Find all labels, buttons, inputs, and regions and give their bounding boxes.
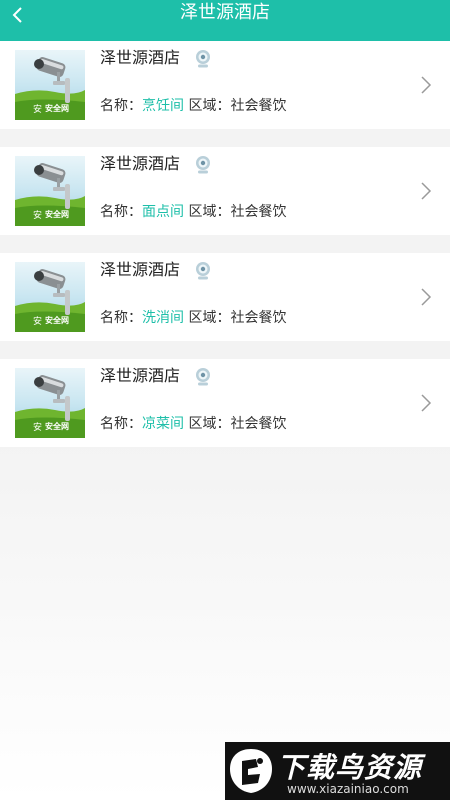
app-header: 泽世源酒店	[0, 0, 450, 41]
camera-title: 泽世源酒店	[100, 260, 181, 279]
camera-meta: 名称：洗消间 区域：社会餐饮	[100, 308, 286, 328]
camera-name: 烹饪间	[142, 98, 184, 114]
svg-text:安: 安	[33, 103, 42, 115]
webcam-icon	[196, 262, 210, 280]
svg-text:安: 安	[33, 421, 42, 433]
camera-meta: 名称：凉菜间 区域：社会餐饮	[100, 414, 286, 434]
name-label: 名称：	[100, 416, 142, 432]
camera-list-item[interactable]: 安 安全网 泽世源酒店 名称：烹饪间 区域：社会餐饮	[0, 41, 450, 129]
camera-thumbnail: 安 安全网	[15, 50, 85, 120]
camera-list: 安 安全网 泽世源酒店 名称：烹饪间 区域：社会餐饮 安 安全网 泽世源酒店 名…	[0, 41, 450, 465]
chevron-right-icon	[421, 76, 432, 94]
webcam-icon	[196, 50, 210, 68]
name-label: 名称：	[100, 204, 142, 220]
camera-area: 社会餐饮	[230, 416, 287, 432]
chevron-right-icon	[421, 182, 432, 200]
area-label: 区域：	[188, 310, 231, 326]
bird-logo-icon	[230, 749, 272, 793]
camera-name: 面点间	[142, 204, 184, 220]
svg-text:安全网: 安全网	[45, 209, 69, 219]
camera-thumbnail: 安 安全网	[15, 368, 85, 438]
site-watermark: 下载鸟资源 www.xiazainiao.com	[225, 742, 450, 800]
page-title: 泽世源酒店	[180, 2, 270, 23]
name-label: 名称：	[100, 310, 142, 326]
camera-list-item[interactable]: 安 安全网 泽世源酒店 名称：洗消间 区域：社会餐饮	[0, 253, 450, 341]
camera-name: 凉菜间	[142, 416, 184, 432]
camera-list-item[interactable]: 安 安全网 泽世源酒店 名称：面点间 区域：社会餐饮	[0, 147, 450, 235]
camera-thumbnail: 安 安全网	[15, 262, 85, 332]
svg-text:安全网: 安全网	[45, 421, 69, 431]
camera-thumbnail: 安 安全网	[15, 156, 85, 226]
camera-title: 泽世源酒店	[100, 48, 181, 67]
camera-area: 社会餐饮	[230, 310, 287, 326]
camera-list-item[interactable]: 安 安全网 泽世源酒店 名称：凉菜间 区域：社会餐饮	[0, 359, 450, 447]
camera-title: 泽世源酒店	[100, 366, 181, 385]
camera-meta: 名称：烹饪间 区域：社会餐饮	[100, 96, 286, 116]
webcam-icon	[196, 368, 210, 386]
watermark-title: 下载鸟资源	[277, 751, 423, 784]
camera-meta: 名称：面点间 区域：社会餐饮	[100, 202, 286, 222]
chevron-right-icon	[421, 288, 432, 306]
camera-name: 洗消间	[142, 310, 184, 326]
camera-title: 泽世源酒店	[100, 154, 181, 173]
svg-text:安全网: 安全网	[45, 103, 69, 113]
watermark-url: www.xiazainiao.com	[287, 782, 409, 796]
camera-area: 社会餐饮	[230, 204, 287, 220]
area-label: 区域：	[188, 416, 231, 432]
svg-text:安: 安	[33, 315, 42, 327]
svg-text:安: 安	[33, 209, 42, 221]
area-label: 区域：	[188, 98, 231, 114]
area-label: 区域：	[188, 204, 231, 220]
camera-area: 社会餐饮	[230, 98, 287, 114]
webcam-icon	[196, 156, 210, 174]
svg-text:安全网: 安全网	[45, 315, 69, 325]
name-label: 名称：	[100, 98, 142, 114]
chevron-right-icon	[421, 394, 432, 412]
